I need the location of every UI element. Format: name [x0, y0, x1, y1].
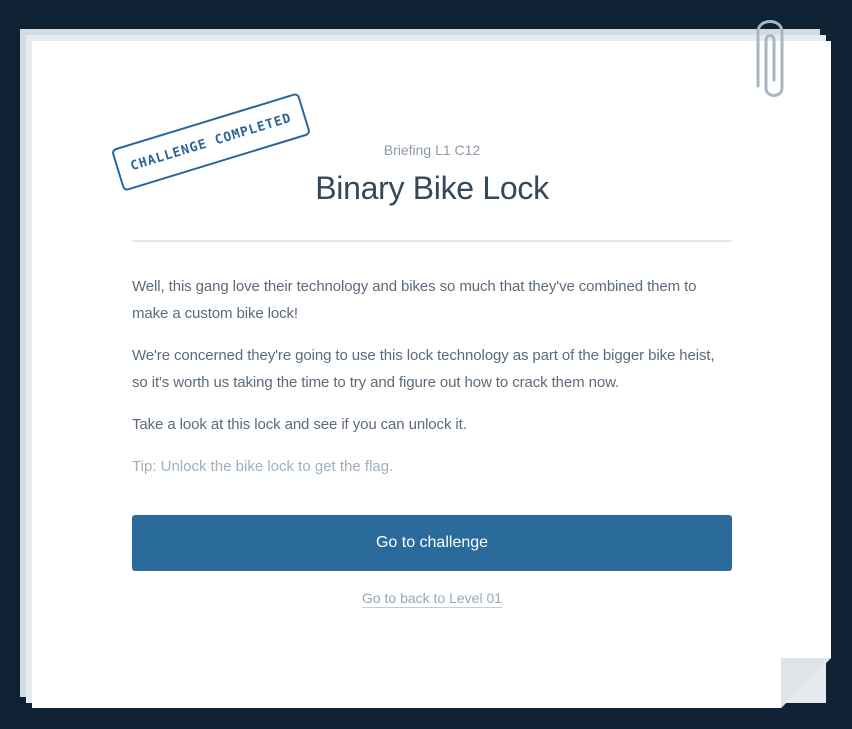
paperclip-icon [756, 20, 784, 97]
back-to-level-link[interactable]: Go to back to Level 01 [361, 590, 503, 608]
briefing-paragraph: We're concerned they're going to use thi… [132, 347, 715, 391]
tip-text: Tip: Unlock the bike lock to get the fla… [132, 458, 394, 475]
briefing-subtitle: Briefing L1 C12 [383, 142, 481, 158]
briefing-paragraph: Take a look at this lock and see if you … [132, 416, 467, 433]
go-to-challenge-button[interactable]: Go to challenge [132, 515, 732, 571]
page-title: Binary Bike Lock [315, 170, 549, 206]
back-link-container: Go to back to Level 01 [132, 590, 732, 608]
divider [132, 240, 732, 242]
briefing-paragraph: Well, this gang love their technology an… [132, 278, 697, 322]
